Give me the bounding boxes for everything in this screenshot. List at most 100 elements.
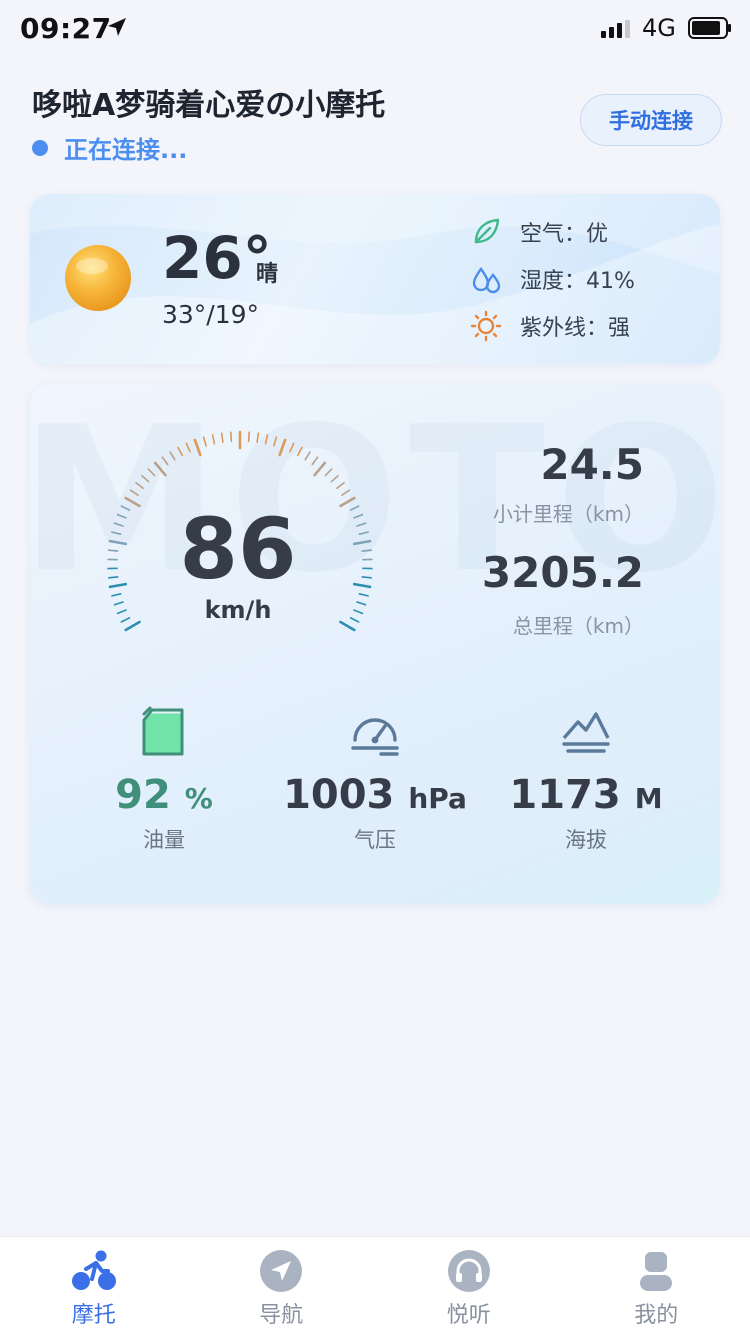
gauge-tick [361, 549, 373, 552]
gauge-tick [120, 617, 131, 623]
pressure-value-line: 1003 hPa [275, 772, 475, 818]
altitude-unit: M [634, 782, 663, 815]
connection-status: 正在连接... [32, 130, 187, 165]
gauge-tick [116, 513, 127, 519]
gauge-tick [313, 461, 327, 477]
gauge-tick [135, 481, 144, 490]
gauge-tick [161, 456, 169, 466]
weather-card: 26° 晴 33°/19° 空气：优 湿度：41% 紫外线：强 [30, 194, 720, 364]
tab-label-profile: 我的 [634, 1303, 679, 1328]
fuel-unit: % [184, 782, 213, 815]
status-time: 09:27 [20, 12, 112, 45]
tab-profile[interactable]: 我的 [563, 1237, 750, 1334]
gauge-tick [353, 513, 364, 519]
gauge-tick [177, 446, 184, 457]
fuel-metric: 92 % 油量 [64, 706, 264, 854]
gauge-tick [358, 593, 369, 597]
headphones-icon [447, 1250, 490, 1292]
bottom-tab-bar: 摩托 导航 悦听 我的 [0, 1236, 750, 1334]
gauge-tick [111, 531, 122, 535]
gauge-tick [341, 489, 351, 496]
trip-distance-value: 24.5 [540, 440, 644, 489]
app-screen: 09:27 4G 哆啦A梦骑着心爱の小摩托 正在连接... 手动连接 26° 晴… [0, 0, 750, 1334]
gauge-tick [202, 436, 207, 447]
tab-motorbike[interactable]: 摩托 [0, 1237, 188, 1334]
gauge-tick [352, 539, 372, 546]
pressure-value: 1003 [283, 772, 395, 818]
gauge-tick [278, 438, 287, 457]
altitude-value: 1173 [509, 772, 621, 818]
altitude-value-line: 1173 M [486, 772, 686, 818]
mountain-icon [562, 712, 610, 753]
fuel-tank-icon [142, 706, 184, 756]
gauge-tick [336, 481, 345, 490]
gauge-tick [353, 609, 364, 615]
gauge-tick [108, 582, 128, 589]
gauge-tick [358, 531, 369, 535]
gauge-tick [124, 620, 141, 632]
gauge-tick [129, 489, 139, 496]
manual-connect-button[interactable]: 手动连接 [580, 94, 722, 146]
device-name: 哆啦A梦骑着心爱の小摩托 [32, 88, 386, 123]
gauge-tick [356, 522, 367, 527]
fuel-value-line: 92 % [64, 772, 264, 818]
gauge-tick [113, 522, 124, 527]
uv-row: 紫外线：强 [470, 310, 630, 342]
gauge-tick [247, 431, 250, 443]
gauge-tick [289, 442, 295, 453]
gauge-tick [211, 434, 216, 445]
status-dot [32, 139, 48, 156]
gauge-tick [324, 468, 333, 477]
gauge-tick [108, 539, 128, 546]
tab-label-navigation: 导航 [259, 1303, 304, 1328]
user-icon [640, 1252, 673, 1291]
speed-value: 86 [179, 500, 297, 598]
gauge-tick [113, 601, 124, 606]
gauge-tick [107, 576, 119, 579]
connection-status-text: 正在连接... [64, 136, 188, 164]
dashboard-card: MOTOR 86 km/h 24.5 小计里程（km） 3205.2 总里程（k… [30, 384, 720, 904]
gauge-tick [169, 451, 176, 461]
status-bar: 09:27 4G [0, 0, 750, 56]
air-quality-row: 空气：优 [470, 216, 608, 248]
humidity-text: 湿度：41% [520, 269, 635, 294]
air-quality-text: 空气：优 [520, 222, 609, 247]
fuel-value: 92 [115, 772, 171, 818]
gauge-tick [349, 505, 360, 511]
gauge-tick [356, 601, 367, 606]
leaf-icon [474, 218, 500, 244]
gauge-tick [107, 549, 119, 552]
gauge-tick [153, 461, 167, 477]
location-arrow-icon [108, 18, 126, 36]
pressure-metric: 1003 hPa 气压 [275, 706, 475, 854]
barometer-gauge-icon [351, 718, 399, 756]
motorbike-icon [71, 1250, 116, 1290]
gauge-tick [339, 496, 356, 508]
gauge-tick [116, 609, 127, 615]
gauge-tick [311, 456, 319, 466]
gauge-tick [304, 451, 311, 461]
gauge-tick [330, 474, 339, 483]
gauge-tick [220, 432, 224, 444]
gauge-tick [147, 468, 156, 477]
gauge-tick [349, 617, 360, 623]
humidity-row: 湿度：41% [470, 263, 635, 295]
network-type: 4G [642, 14, 676, 42]
tab-listen[interactable]: 悦听 [375, 1237, 563, 1334]
gauge-tick [256, 432, 260, 444]
gauge-tick [339, 620, 356, 632]
gauge-tick [296, 446, 303, 457]
gauge-tick [273, 436, 278, 447]
total-distance-label: 总里程（km） [512, 614, 644, 638]
gauge-tick [120, 505, 131, 511]
pressure-unit: hPa [408, 782, 467, 815]
weather-condition: 晴 [256, 262, 279, 287]
uv-sun-icon [470, 310, 502, 342]
trip-distance-label: 小计里程（km） [492, 502, 644, 526]
battery-icon [688, 17, 731, 39]
temperature-range: 33°/19° [162, 300, 260, 329]
gauge-tick [141, 474, 150, 483]
speed-unit: km/h [204, 596, 272, 624]
tab-navigation[interactable]: 导航 [188, 1237, 376, 1334]
gauge-tick [111, 593, 122, 597]
